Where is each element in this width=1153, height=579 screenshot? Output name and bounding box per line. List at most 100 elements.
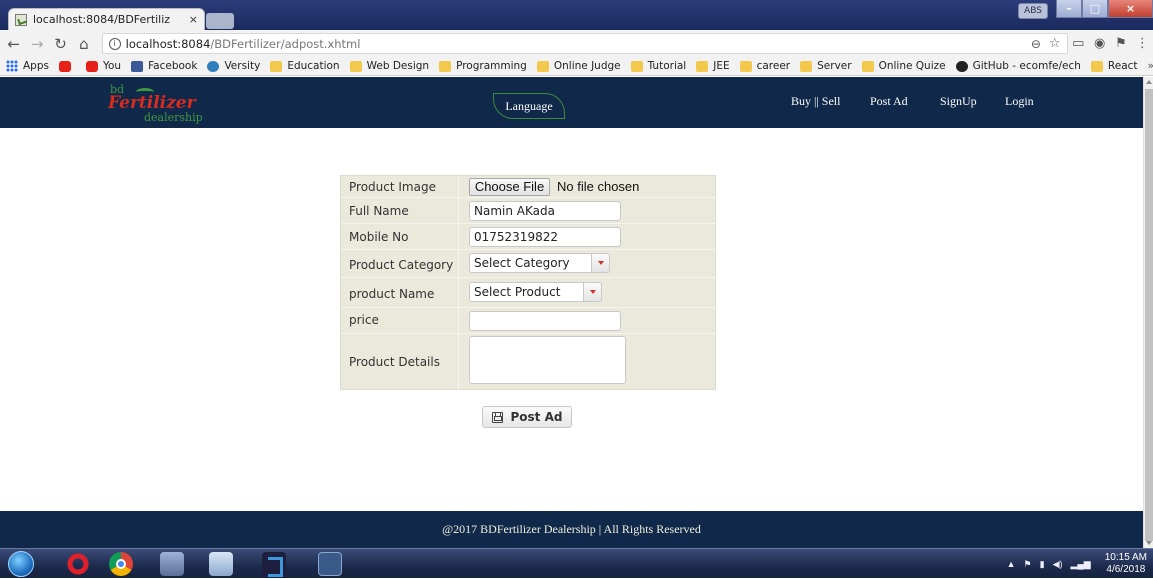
bookmark-programming[interactable]: Programming — [439, 60, 527, 72]
visual-studio-icon[interactable] — [262, 552, 286, 577]
virtualbox-icon[interactable] — [209, 552, 233, 576]
bookmark-apps[interactable]: Apps — [6, 60, 49, 72]
post-ad-button[interactable]: Post Ad — [482, 406, 572, 428]
github-icon — [955, 60, 968, 72]
nav-link-label[interactable]: Login — [1005, 94, 1034, 109]
scroll-down-icon[interactable] — [1146, 541, 1152, 545]
bookmark-jee[interactable]: JEE — [696, 60, 730, 72]
product-select[interactable]: Select Product — [469, 282, 602, 302]
bookmark-you[interactable]: You — [85, 60, 122, 72]
product-select-value[interactable]: Select Product — [469, 282, 584, 302]
site-info-icon[interactable]: i — [108, 37, 121, 50]
nav-link-label[interactable]: Post Ad — [870, 94, 908, 109]
bookmark-career[interactable]: career — [739, 60, 790, 72]
bookmark-label: Apps — [23, 60, 49, 72]
bookmark-react[interactable]: React — [1090, 60, 1138, 72]
nav-signup[interactable]: SignUp — [940, 94, 977, 109]
bookmark-label: Versity — [224, 60, 261, 72]
reload-icon[interactable]: ↻ — [51, 35, 70, 53]
address-bar[interactable]: i localhost:8084 /BDFertilizer/adpost.xh… — [101, 33, 1068, 54]
nav-link-label[interactable]: Buy || Sell — [791, 94, 840, 109]
battery-icon[interactable]: ▮ — [1040, 559, 1045, 570]
bookmark-education[interactable]: Education — [270, 60, 340, 72]
youtube-icon — [85, 60, 98, 72]
row-price: price — [341, 308, 717, 334]
bookmark-tutorial[interactable]: Tutorial — [630, 60, 686, 72]
nav-post-ad[interactable]: Post Ad — [870, 94, 908, 109]
drive-manager-icon[interactable] — [160, 552, 184, 576]
scroll-thumb[interactable] — [1145, 89, 1153, 541]
extension-icon[interactable]: ⚑ — [1110, 36, 1131, 51]
folder-icon — [630, 60, 643, 72]
bookmark-label: Education — [287, 60, 340, 72]
cast-icon[interactable]: ▭ — [1068, 36, 1089, 51]
bookmark-online-judge[interactable]: Online Judge — [536, 60, 621, 72]
bookmark-online-quize[interactable]: Online Quize — [861, 60, 946, 72]
details-label: Product Details — [349, 355, 440, 369]
menu-kebab-icon[interactable]: ⋮ — [1132, 36, 1153, 51]
dropdown-arrow-icon[interactable] — [592, 253, 610, 273]
clock[interactable]: 10:15 AM 4/6/2018 — [1105, 552, 1147, 576]
page-scrollbar[interactable] — [1143, 77, 1153, 548]
tray-expand-icon[interactable]: ▲ — [1007, 559, 1016, 569]
category-label: Product Category — [349, 258, 454, 272]
bookmark-github[interactable]: GitHub - ecomfe/ech — [955, 60, 1081, 72]
bookmark-facebook[interactable]: Facebook — [131, 60, 197, 72]
folder-icon — [800, 60, 813, 72]
start-button[interactable] — [8, 551, 34, 577]
bookmark-label: Facebook — [148, 60, 198, 72]
nav-buy-sell[interactable]: Buy || Sell — [791, 94, 840, 109]
bookmark-star-icon[interactable]: ☆ — [1049, 36, 1061, 51]
row-product-name: product Name Select Product — [341, 278, 717, 308]
category-select-value[interactable]: Select Category — [469, 253, 592, 273]
url-path: /BDFertilizer/adpost.xhtml — [210, 36, 361, 51]
windows-taskbar: ▲ ⚑ ▮ ◀) ▂▄▆ 10:15 AM 4/6/2018 — [0, 548, 1153, 578]
url-host: localhost:8084 — [125, 36, 211, 51]
bookmark-versity[interactable]: Versity — [207, 60, 260, 72]
versity-icon — [207, 60, 220, 72]
site-footer: @2017 BDFertilizer Dealership | All Righ… — [0, 511, 1143, 548]
bookmark-server[interactable]: Server — [800, 60, 852, 72]
mobile-input[interactable]: 01752319822 — [469, 227, 621, 247]
folder-icon — [696, 60, 709, 72]
mobile-label: Mobile No — [349, 230, 409, 244]
nav-link-label[interactable]: SignUp — [940, 94, 977, 109]
maximize-button[interactable]: □ — [1082, 0, 1108, 18]
scroll-up-icon[interactable] — [1146, 80, 1152, 84]
folder-icon — [349, 60, 362, 72]
new-tab-button[interactable] — [206, 13, 234, 29]
bookmark-label: You — [102, 60, 122, 72]
choose-file-button[interactable]: Choose File — [469, 178, 550, 196]
site-logo[interactable]: bd Fertilizer dealership — [108, 83, 218, 124]
chrome-icon[interactable] — [109, 552, 133, 576]
abs-indicator: ABS — [1018, 3, 1048, 19]
full-name-label: Full Name — [349, 204, 409, 218]
bookmark-web-design[interactable]: Web Design — [349, 60, 429, 72]
workbench-icon[interactable] — [318, 552, 342, 576]
volume-icon[interactable]: ◀) — [1053, 559, 1063, 570]
dropdown-arrow-icon[interactable] — [584, 282, 602, 302]
tab-close-icon[interactable]: × — [185, 13, 198, 26]
signal-icon[interactable]: ▂▄▆ — [1071, 559, 1091, 570]
flag-icon[interactable]: ⚑ — [1024, 559, 1032, 570]
full-name-input[interactable]: Namin AKada — [469, 201, 621, 221]
bookmark-label: Online Judge — [553, 60, 621, 72]
opera-icon[interactable] — [66, 552, 90, 576]
extension-shield-icon[interactable]: ◉ — [1089, 36, 1110, 51]
language-button[interactable]: Language — [493, 93, 565, 119]
minimize-button[interactable]: – — [1056, 0, 1082, 18]
category-select[interactable]: Select Category — [469, 253, 610, 273]
zoom-icon[interactable]: ⊖ — [1031, 37, 1041, 51]
bookmark-youtube[interactable] — [58, 60, 76, 72]
forward-arrow-icon[interactable]: → — [27, 35, 46, 53]
row-full-name: Full Name Namin AKada — [341, 198, 717, 224]
price-input[interactable] — [469, 311, 621, 331]
browser-tab[interactable]: localhost:8084/BDFertiliz × — [8, 8, 205, 30]
details-textarea[interactable] — [469, 336, 626, 384]
bookmarks-overflow-icon[interactable]: » — [1148, 60, 1153, 72]
nav-login[interactable]: Login — [1005, 94, 1034, 109]
home-icon[interactable]: ⌂ — [74, 35, 93, 53]
back-arrow-icon[interactable]: ← — [4, 35, 23, 53]
close-window-button[interactable]: × — [1108, 0, 1153, 18]
row-category: Product Category Select Category — [341, 250, 717, 278]
